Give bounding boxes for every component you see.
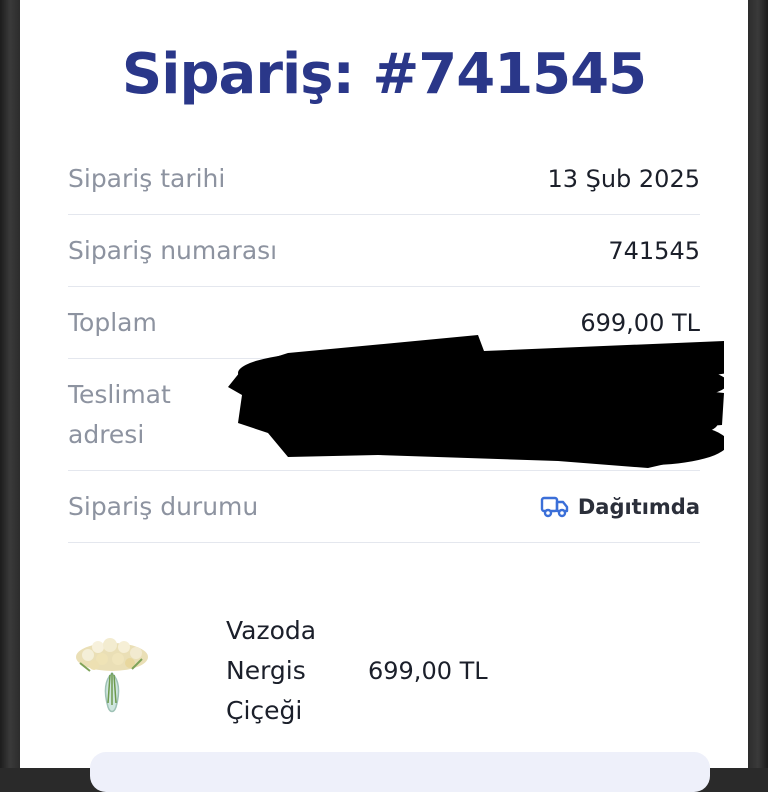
order-number-label: Sipariş numarası — [68, 236, 278, 265]
order-status-value: Dağıtımda — [540, 495, 700, 519]
detail-row-number: Sipariş numarası 741545 — [68, 215, 700, 287]
order-details-list: Sipariş tarihi 13 Şub 2025 Sipariş numar… — [68, 143, 724, 543]
page-title: Sipariş: #741545 — [121, 42, 647, 107]
flower-vase-icon — [76, 638, 148, 713]
order-detail-card: Sipariş: #741545 Sipariş tarihi 13 Şub 2… — [20, 0, 748, 792]
detail-row-status: Sipariş durumu Dağıtımda — [68, 471, 700, 543]
delivery-truck-icon — [540, 496, 569, 517]
product-name[interactable]: Vazoda Nergis Çiçeği — [226, 611, 356, 731]
bottom-action-bar[interactable] — [90, 752, 710, 792]
detail-row-date: Sipariş tarihi 13 Şub 2025 — [68, 143, 700, 215]
product-price: 699,00 TL — [368, 657, 488, 685]
order-number-value: 741545 — [608, 236, 700, 265]
device-frame: Sipariş: #741545 Sipariş tarihi 13 Şub 2… — [0, 0, 768, 792]
order-date-label: Sipariş tarihi — [68, 164, 226, 193]
order-status-label: Sipariş durumu — [68, 492, 259, 521]
order-date-value: 13 Şub 2025 — [547, 164, 700, 193]
order-total-label: Toplam — [68, 308, 157, 337]
address-redaction — [228, 335, 724, 468]
delivery-address-label: Teslimat adresi — [68, 379, 171, 449]
order-status-text: Dağıtımda — [577, 494, 700, 519]
order-product-item[interactable]: Vazoda Nergis Çiçeği 699,00 TL — [68, 603, 700, 733]
